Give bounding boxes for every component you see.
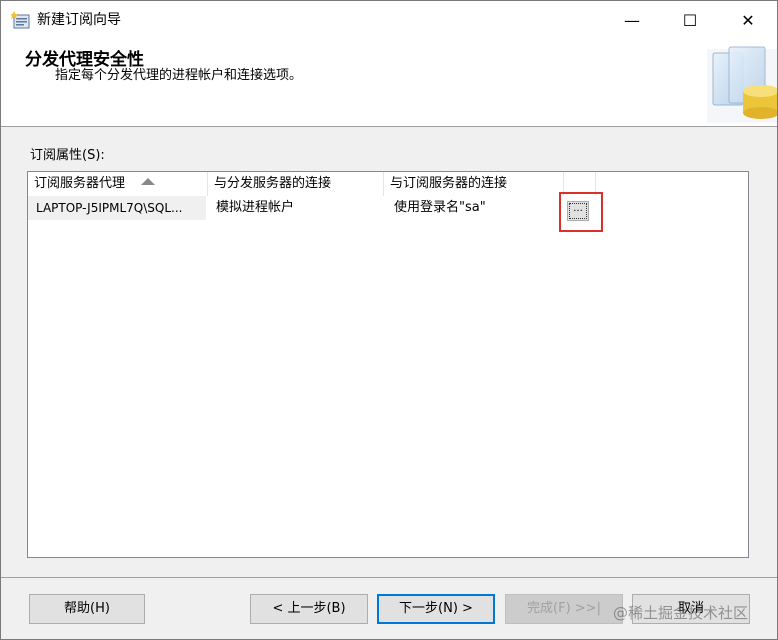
page-description: 指定每个分发代理的进程帐户和连接选项。 xyxy=(55,68,303,83)
wizard-app-icon xyxy=(11,11,30,29)
wizard-header: 分发代理安全性 指定每个分发代理的进程帐户和连接选项。 xyxy=(1,39,777,127)
column-header-subscriber-connection[interactable]: 与订阅服务器的连接 xyxy=(384,172,564,196)
footer-divider xyxy=(1,577,777,578)
back-button[interactable]: < 上一步(B) xyxy=(250,594,368,624)
maximize-button[interactable]: ☐ xyxy=(661,1,719,39)
cell-distributor-connection[interactable]: 模拟进程帐户 xyxy=(208,196,382,220)
help-button[interactable]: 帮助(H) xyxy=(29,594,145,624)
minimize-icon: — xyxy=(624,10,640,30)
grid-header: 订阅服务器代理 与分发服务器的连接 与订阅服务器的连接 xyxy=(28,172,748,196)
finish-button: 完成(F) >>| xyxy=(505,594,623,624)
column-header-subscriber-agent[interactable]: 订阅服务器代理 xyxy=(28,172,208,196)
column-header-browse xyxy=(564,172,596,196)
subscription-properties-grid: 订阅服务器代理 与分发服务器的连接 与订阅服务器的连接 LAPTOP-J5IPM… xyxy=(27,171,749,558)
close-icon: ✕ xyxy=(741,10,755,30)
new-subscription-wizard-window: 新建订阅向导 — ☐ ✕ 分发代理安全性 指定每个分发代理的进程帐户和连接选项。 xyxy=(0,0,778,640)
cancel-button[interactable]: 取消 xyxy=(632,594,750,624)
subscription-properties-label: 订阅属性(S): xyxy=(30,148,105,163)
window-title: 新建订阅向导 xyxy=(37,12,121,28)
column-header-label: 与分发服务器的连接 xyxy=(214,176,332,191)
column-header-label: 订阅服务器代理 xyxy=(34,176,126,191)
minimize-button[interactable]: — xyxy=(603,1,661,39)
column-header-distributor-connection[interactable]: 与分发服务器的连接 xyxy=(208,172,384,196)
cell-subscriber-agent[interactable]: LAPTOP-J5IPML7Q\SQL... xyxy=(28,196,206,220)
maximize-icon: ☐ xyxy=(682,10,698,30)
table-row[interactable]: LAPTOP-J5IPML7Q\SQL... 模拟进程帐户 使用登录名"sa" … xyxy=(28,196,748,221)
column-header-label: 与订阅服务器的连接 xyxy=(390,176,508,191)
title-bar: 新建订阅向导 — ☐ ✕ xyxy=(1,1,777,39)
cell-subscriber-connection[interactable]: 使用登录名"sa" xyxy=(384,196,560,220)
next-button[interactable]: 下一步(N) > xyxy=(377,594,495,624)
close-button[interactable]: ✕ xyxy=(719,1,777,39)
database-graphic-icon xyxy=(707,46,777,123)
browse-security-settings-button[interactable]: ... xyxy=(567,201,589,221)
sort-ascending-icon xyxy=(141,178,156,185)
